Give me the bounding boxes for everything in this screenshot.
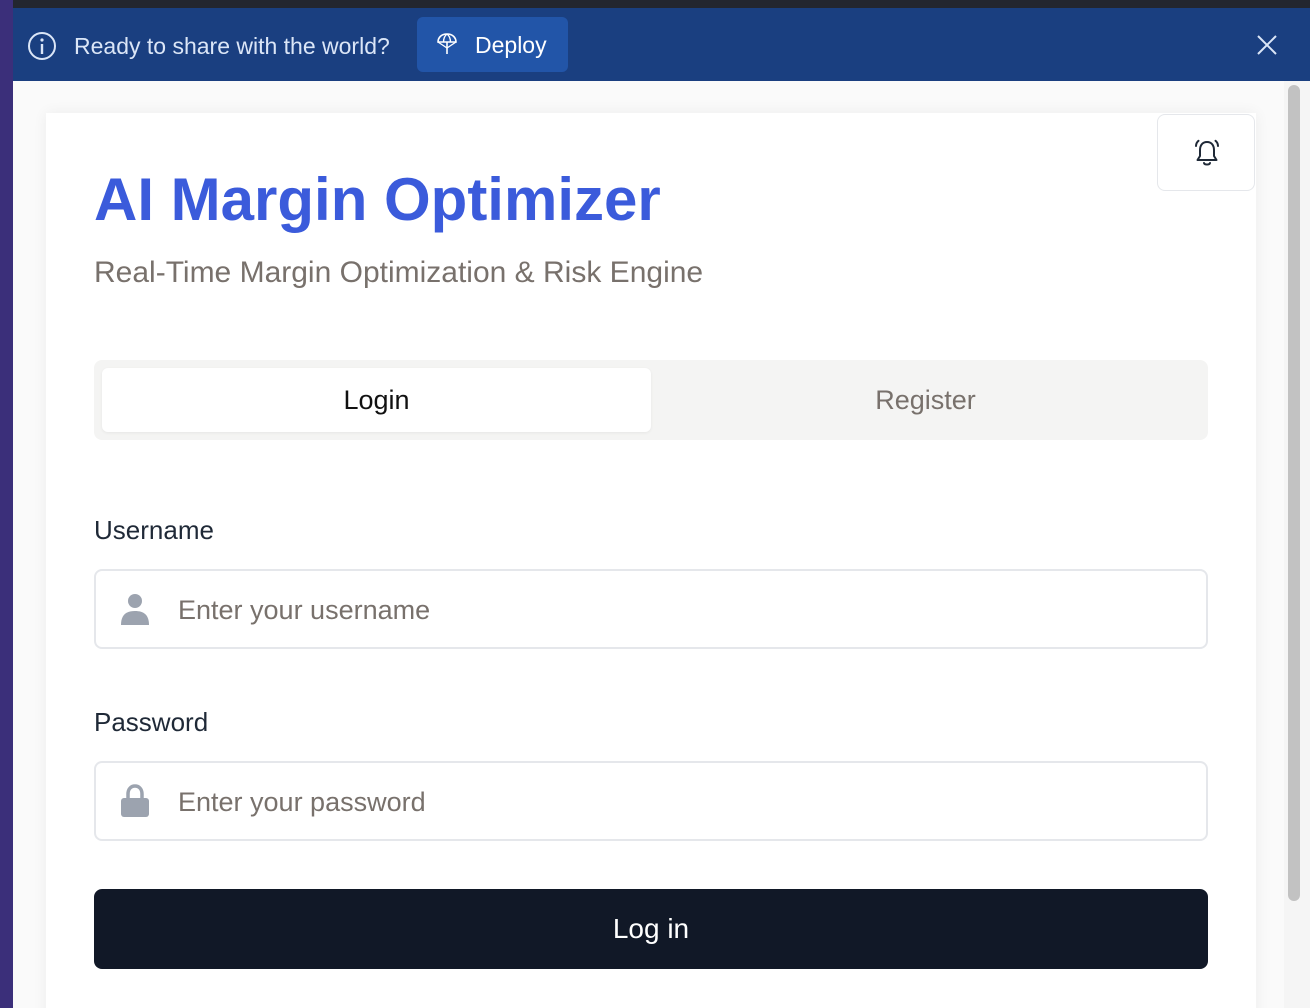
password-input[interactable] [176, 763, 1180, 841]
login-card: AI Margin Optimizer Real-Time Margin Opt… [46, 113, 1256, 1008]
app-viewport: AI Margin Optimizer Real-Time Margin Opt… [13, 81, 1310, 1008]
username-field-wrapper [94, 569, 1208, 649]
tab-register[interactable]: Register [651, 368, 1200, 432]
password-label: Password [94, 707, 209, 737]
window-top-strip [13, 0, 1310, 8]
auth-tabs: Login Register [94, 360, 1208, 440]
scrollbar-thumb[interactable] [1288, 85, 1300, 901]
app-subtitle: Real-Time Margin Optimization & Risk Eng… [94, 256, 704, 289]
user-icon [121, 594, 149, 625]
login-button[interactable]: Log in [94, 889, 1208, 969]
deploy-button-label: Deploy [475, 32, 547, 58]
notifications-button[interactable] [1157, 114, 1255, 191]
deploy-icon [437, 33, 457, 54]
lock-icon [121, 784, 149, 817]
info-icon [28, 32, 56, 60]
bell-icon [1195, 139, 1219, 166]
app-title: AI Margin Optimizer [94, 166, 661, 233]
window-frame-edge [0, 0, 13, 1008]
close-icon[interactable] [1255, 33, 1279, 57]
tab-login[interactable]: Login [102, 368, 651, 432]
password-field-wrapper [94, 761, 1208, 841]
deploy-banner: Ready to share with the world? Deploy [13, 8, 1310, 81]
username-label: Username [94, 515, 214, 545]
username-input[interactable] [176, 571, 1180, 649]
banner-message: Ready to share with the world? [74, 33, 390, 59]
deploy-button[interactable]: Deploy [417, 17, 568, 72]
